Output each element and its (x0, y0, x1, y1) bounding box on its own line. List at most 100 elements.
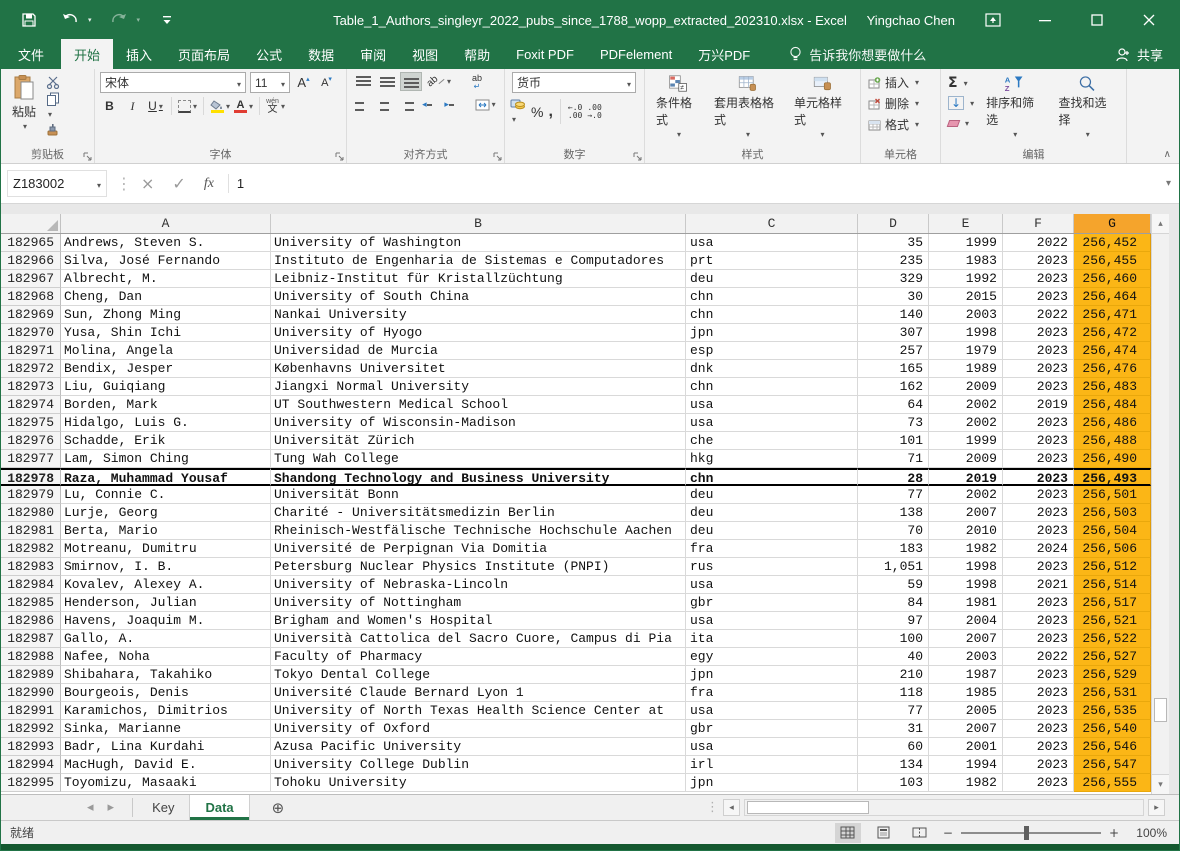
cell-E182979[interactable]: 2002 (929, 486, 1003, 504)
cell-A182987[interactable]: Gallo, A. (61, 630, 271, 648)
cell-D182991[interactable]: 77 (858, 702, 929, 720)
cell-G182979[interactable]: 256,501 (1074, 486, 1151, 504)
row-header-182982[interactable]: 182982 (1, 540, 61, 558)
fill-color-button[interactable] (210, 96, 230, 116)
row-header-182980[interactable]: 182980 (1, 504, 61, 522)
cell-G182970[interactable]: 256,472 (1074, 324, 1151, 342)
cell-B182991[interactable]: University of North Texas Health Science… (271, 702, 686, 720)
cell-B182987[interactable]: Università Cattolica del Sacro Cuore, Ca… (271, 630, 686, 648)
cell-E182988[interactable]: 2003 (929, 648, 1003, 666)
format-as-table-button[interactable]: 套用表格格式 (708, 72, 786, 142)
row-header-182991[interactable]: 182991 (1, 702, 61, 720)
row-header-182967[interactable]: 182967 (1, 270, 61, 288)
autosum-button[interactable]: Σ (946, 74, 976, 92)
cut-button[interactable] (46, 76, 61, 89)
cell-G182987[interactable]: 256,522 (1074, 630, 1151, 648)
sort-filter-button[interactable]: AZ 排序和筛选 (980, 72, 1048, 142)
row-header-182981[interactable]: 182981 (1, 522, 61, 540)
cell-A182990[interactable]: Bourgeois, Denis (61, 684, 271, 702)
column-header-D[interactable]: D (858, 214, 929, 233)
name-box[interactable]: Z183002 (7, 170, 107, 197)
font-name-select[interactable]: 宋体 (100, 72, 246, 93)
row-header-182966[interactable]: 182966 (1, 252, 61, 270)
cell-C182966[interactable]: prt (686, 252, 858, 270)
cell-F182965[interactable]: 2022 (1003, 234, 1074, 252)
conditional-formatting-button[interactable]: ≠ 条件格式 (650, 72, 706, 142)
cell-A182979[interactable]: Lu, Connie C. (61, 486, 271, 504)
column-header-C[interactable]: C (686, 214, 858, 233)
cell-C182991[interactable]: usa (686, 702, 858, 720)
cell-F182994[interactable]: 2023 (1003, 756, 1074, 774)
cell-E182978[interactable]: 2019 (929, 468, 1003, 486)
wrap-text-button[interactable]: ab↵ (464, 72, 490, 91)
cell-G182974[interactable]: 256,484 (1074, 396, 1151, 414)
cell-G182991[interactable]: 256,535 (1074, 702, 1151, 720)
column-header-B[interactable]: B (271, 214, 686, 233)
undo-dropdown-icon[interactable]: ▾ (88, 16, 92, 24)
cell-B182985[interactable]: University of Nottingham (271, 594, 686, 612)
row-header-182965[interactable]: 182965 (1, 234, 61, 252)
cell-E182984[interactable]: 1998 (929, 576, 1003, 594)
cell-E182987[interactable]: 2007 (929, 630, 1003, 648)
cell-F182969[interactable]: 2022 (1003, 306, 1074, 324)
cell-E182985[interactable]: 1981 (929, 594, 1003, 612)
cell-F182973[interactable]: 2023 (1003, 378, 1074, 396)
italic-button[interactable]: I (123, 96, 142, 116)
clipboard-dialog-launcher[interactable] (83, 152, 92, 161)
cell-G182990[interactable]: 256,531 (1074, 684, 1151, 702)
row-header-182992[interactable]: 182992 (1, 720, 61, 738)
cell-A182988[interactable]: Nafee, Noha (61, 648, 271, 666)
cell-B182995[interactable]: Tohoku University (271, 774, 686, 792)
decrease-decimal-button[interactable]: .00→.0 (587, 104, 601, 120)
copy-button[interactable] (46, 92, 61, 120)
cell-B182970[interactable]: University of Hyogo (271, 324, 686, 342)
orientation-button[interactable]: ab (424, 72, 454, 91)
cell-C182978[interactable]: chn (686, 468, 858, 486)
cell-D182992[interactable]: 31 (858, 720, 929, 738)
cell-D182979[interactable]: 77 (858, 486, 929, 504)
cell-C182987[interactable]: ita (686, 630, 858, 648)
bottom-align-button[interactable] (400, 72, 422, 91)
cell-E182990[interactable]: 1985 (929, 684, 1003, 702)
cell-C182968[interactable]: chn (686, 288, 858, 306)
cell-C182965[interactable]: usa (686, 234, 858, 252)
zoom-in-button[interactable]: + (1109, 826, 1119, 840)
cell-C182980[interactable]: deu (686, 504, 858, 522)
cell-E182976[interactable]: 1999 (929, 432, 1003, 450)
scroll-down-button[interactable]: ▾ (1152, 774, 1169, 794)
cell-A182981[interactable]: Berta, Mario (61, 522, 271, 540)
cell-C182974[interactable]: usa (686, 396, 858, 414)
share-button[interactable]: 共享 (1115, 39, 1179, 69)
cell-E182995[interactable]: 1982 (929, 774, 1003, 792)
row-header-182977[interactable]: 182977 (1, 450, 61, 468)
row-header-182976[interactable]: 182976 (1, 432, 61, 450)
cell-A182978[interactable]: Raza, Muhammad Yousaf (61, 468, 271, 486)
cell-C182984[interactable]: usa (686, 576, 858, 594)
row-header-182978[interactable]: 182978 (1, 468, 61, 486)
cell-B182976[interactable]: Universität Zürich (271, 432, 686, 450)
cell-E182993[interactable]: 2001 (929, 738, 1003, 756)
cell-A182993[interactable]: Badr, Lina Kurdahi (61, 738, 271, 756)
row-header-182986[interactable]: 182986 (1, 612, 61, 630)
undo-button[interactable] (56, 6, 84, 34)
fill-button[interactable]: ↓ (946, 94, 976, 112)
collapse-ribbon-button[interactable]: ∧ (1164, 149, 1171, 160)
cell-E182991[interactable]: 2005 (929, 702, 1003, 720)
account-name[interactable]: Yingchao Chen (867, 13, 955, 28)
save-button[interactable] (15, 6, 43, 34)
cell-C182967[interactable]: deu (686, 270, 858, 288)
cell-F182978[interactable]: 2023 (1003, 468, 1074, 486)
increase-decimal-button[interactable]: ←.0.00 (568, 104, 582, 120)
vertical-scroll-thumb[interactable] (1154, 698, 1167, 722)
tab-scroll-splitter[interactable]: ⋮ (706, 800, 719, 815)
cell-D182973[interactable]: 162 (858, 378, 929, 396)
cell-B182977[interactable]: Tung Wah College (271, 450, 686, 468)
cell-E182969[interactable]: 2003 (929, 306, 1003, 324)
cell-F182980[interactable]: 2023 (1003, 504, 1074, 522)
zoom-out-button[interactable]: − (943, 826, 953, 840)
cell-B182982[interactable]: Université de Perpignan Via Domitia (271, 540, 686, 558)
cell-E182970[interactable]: 1998 (929, 324, 1003, 342)
cell-B182975[interactable]: University of Wisconsin-Madison (271, 414, 686, 432)
vertical-scrollbar[interactable]: ▴ ▾ (1151, 214, 1169, 794)
redo-dropdown-icon[interactable]: ▾ (137, 16, 141, 24)
